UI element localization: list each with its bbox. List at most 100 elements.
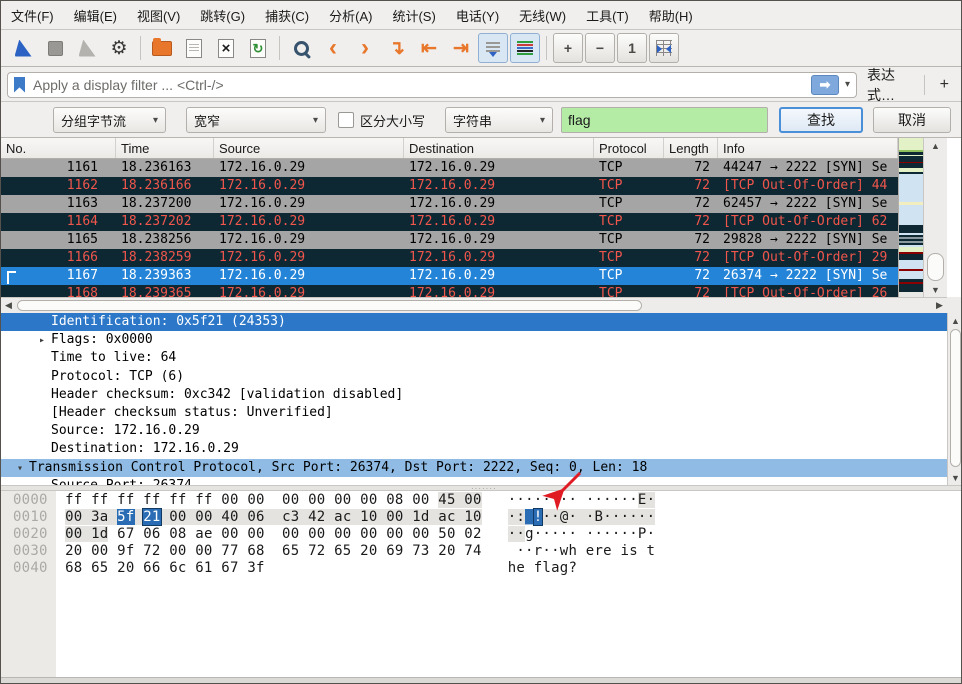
packet-row-1162[interactable]: 1162 18.236166 172.16.0.29 172.16.0.29 TCP 72… bbox=[1, 177, 898, 195]
packet-list-header[interactable]: No. Time Source Destination Protocol Length In… bbox=[1, 138, 898, 159]
menu-item-s[interactable]: 统计(S) bbox=[382, 1, 445, 30]
capture-stop-icon[interactable] bbox=[40, 33, 70, 63]
go-last-packet-icon[interactable]: ⇥ bbox=[446, 33, 476, 63]
column-header-destination[interactable]: Destination bbox=[404, 138, 594, 158]
hex-row[interactable]: 0030 20 00 9f 72 00 00 77 68 65 72 65 20… bbox=[1, 543, 961, 560]
scrollbar-thumb[interactable] bbox=[927, 253, 944, 281]
intelligent-scrollbar-minimap[interactable] bbox=[898, 138, 923, 297]
find-packet-icon[interactable] bbox=[286, 33, 316, 63]
detail-line[interactable]: Protocol: TCP (6) bbox=[1, 368, 947, 386]
detail-line[interactable]: ▸ Flags: 0x0000 bbox=[1, 331, 947, 349]
scroll-down-icon[interactable]: ▼ bbox=[924, 282, 947, 297]
display-filter-input[interactable] bbox=[31, 75, 811, 94]
hex-dump-pane[interactable]: 0000 ff ff ff ff ff ff 00 00 00 00 00 00… bbox=[1, 491, 961, 683]
filter-bookmark-icon[interactable] bbox=[14, 76, 25, 93]
packet-row-1165[interactable]: 1165 18.238256 172.16.0.29 172.16.0.29 TCP 72… bbox=[1, 231, 898, 249]
search-input[interactable] bbox=[561, 107, 769, 133]
detail-line[interactable]: Time to live: 64 bbox=[1, 349, 947, 367]
packet-list-rows: 1161 18.236163 172.16.0.29 172.16.0.29 TCP 72… bbox=[1, 159, 898, 297]
case-sensitive-option[interactable]: 区分大小写 bbox=[338, 111, 425, 130]
hex-offset: 0020 bbox=[13, 526, 48, 542]
column-header-no[interactable]: No. bbox=[1, 138, 116, 158]
scrollbar-thumb[interactable] bbox=[950, 329, 961, 467]
detail-line[interactable]: Header checksum: 0xc342 [validation disa… bbox=[1, 386, 947, 404]
detail-line-text: Header checksum: 0xc342 [validation disa… bbox=[51, 386, 404, 402]
capture-start-icon[interactable] bbox=[8, 33, 38, 63]
hex-row[interactable]: 0020 00 1d 67 06 08 ae 00 00 00 00 00 00… bbox=[1, 526, 961, 543]
column-header-source[interactable]: Source bbox=[214, 138, 404, 158]
detail-line[interactable]: Destination: 172.16.0.29 bbox=[1, 440, 947, 458]
display-filter-field[interactable]: ➡ ▾ bbox=[7, 71, 857, 98]
detail-line[interactable]: ▾ Transmission Control Protocol, Src Port… bbox=[1, 458, 947, 478]
go-first-packet-icon[interactable]: ⇤ bbox=[414, 33, 444, 63]
hex-row[interactable]: 0040 68 65 20 66 6c 61 67 3f he flag? bbox=[1, 560, 961, 577]
resize-columns-icon[interactable] bbox=[649, 33, 679, 63]
menu-item-g[interactable]: 跳转(G) bbox=[190, 1, 255, 30]
zoom-in-icon[interactable]: + bbox=[553, 33, 583, 63]
menu-item-e[interactable]: 编辑(E) bbox=[64, 1, 127, 30]
hex-selected-bytes: _ bbox=[525, 509, 534, 525]
menu-item-a[interactable]: 分析(A) bbox=[319, 1, 382, 30]
scroll-left-icon[interactable]: ◀ bbox=[1, 298, 16, 313]
column-header-time[interactable]: Time bbox=[116, 138, 214, 158]
go-forward-icon[interactable]: › bbox=[350, 33, 380, 63]
file-open-icon[interactable] bbox=[147, 33, 177, 63]
file-close-icon[interactable]: × bbox=[211, 33, 241, 63]
packet-row-1164[interactable]: 1164 18.237202 172.16.0.29 172.16.0.29 TCP 72… bbox=[1, 213, 898, 231]
hex-row[interactable]: 0000 ff ff ff ff ff ff 00 00 00 00 00 00… bbox=[1, 492, 961, 509]
detail-line[interactable]: Source: 172.16.0.29 bbox=[1, 422, 947, 440]
add-filter-button[interactable]: + bbox=[934, 76, 955, 94]
detail-line[interactable]: [Header checksum status: Unverified] bbox=[1, 404, 947, 422]
packet-row-1161[interactable]: 1161 18.236163 172.16.0.29 172.16.0.29 TCP 72… bbox=[1, 159, 898, 177]
zoom-out-icon[interactable]: − bbox=[585, 33, 615, 63]
capture-restart-icon[interactable] bbox=[72, 33, 102, 63]
scroll-up-icon[interactable]: ▲ bbox=[924, 138, 947, 153]
packet-row-1168[interactable]: 1168 18.239365 172.16.0.29 172.16.0.29 TCP 72… bbox=[1, 285, 898, 297]
detail-line[interactable]: Identification: 0x5f21 (24353) bbox=[1, 313, 947, 332]
column-header-info[interactable]: Info bbox=[718, 138, 898, 158]
file-save-icon[interactable] bbox=[179, 33, 209, 63]
menu-item-t[interactable]: 工具(T) bbox=[576, 1, 639, 30]
column-header-protocol[interactable]: Protocol bbox=[594, 138, 664, 158]
expander-right-icon[interactable]: ▸ bbox=[33, 332, 51, 350]
menu-item-h[interactable]: 帮助(H) bbox=[639, 1, 703, 30]
packet-length: 72 bbox=[694, 250, 710, 265]
menu-item-f[interactable]: 文件(F) bbox=[1, 1, 64, 30]
apply-filter-icon[interactable]: ➡ bbox=[810, 74, 839, 95]
go-back-icon[interactable]: ‹ bbox=[318, 33, 348, 63]
minimap-stripe bbox=[899, 225, 923, 233]
menu-item-y[interactable]: 电话(Y) bbox=[446, 1, 509, 30]
hex-bytes: ·: bbox=[507, 509, 526, 525]
packet-list-hscrollbar[interactable]: ◀ ▶ bbox=[1, 297, 947, 313]
expression-button[interactable]: 表达式… bbox=[867, 65, 915, 105]
detail-vscrollbar[interactable]: ▲ ▼ bbox=[947, 313, 961, 485]
autoscroll-icon[interactable] bbox=[478, 33, 508, 63]
search-scope-combo[interactable]: 分组字节流 ▾ bbox=[53, 107, 166, 133]
expander-down-icon[interactable]: ▾ bbox=[11, 460, 29, 478]
packet-row-1166[interactable]: 1166 18.238259 172.16.0.29 172.16.0.29 TCP 72… bbox=[1, 249, 898, 267]
packet-row-1167[interactable]: 1167 18.239363 172.16.0.29 172.16.0.29 TCP 72… bbox=[1, 267, 898, 285]
column-header-length[interactable]: Length bbox=[664, 138, 718, 158]
colorize-icon[interactable] bbox=[510, 33, 540, 63]
menu-item-v[interactable]: 视图(V) bbox=[127, 1, 190, 30]
case-sensitive-checkbox[interactable] bbox=[338, 112, 354, 128]
packet-list-vscrollbar[interactable]: ▲ ▼ bbox=[923, 138, 947, 297]
zoom-original-icon[interactable]: 1 bbox=[617, 33, 647, 63]
find-button[interactable]: 查找 bbox=[779, 107, 864, 133]
scroll-down-icon[interactable]: ▼ bbox=[948, 470, 961, 485]
search-type-combo[interactable]: 字符串 ▾ bbox=[445, 107, 554, 133]
reload-file-icon[interactable]: ↻ bbox=[243, 33, 273, 63]
filter-history-caret-icon[interactable]: ▾ bbox=[845, 79, 850, 90]
detail-line-text: Destination: 172.16.0.29 bbox=[51, 441, 239, 457]
scroll-right-icon[interactable]: ▶ bbox=[932, 298, 947, 313]
cancel-button[interactable]: 取消 bbox=[873, 107, 952, 133]
capture-options-icon[interactable]: ⚙ bbox=[104, 33, 134, 63]
menu-item-c[interactable]: 捕获(C) bbox=[255, 1, 319, 30]
menu-item-w[interactable]: 无线(W) bbox=[509, 1, 576, 30]
packet-row-1163[interactable]: 1163 18.237200 172.16.0.29 172.16.0.29 TCP 72… bbox=[1, 195, 898, 213]
go-to-packet-icon[interactable]: ↴ bbox=[382, 33, 412, 63]
scrollbar-thumb[interactable] bbox=[17, 300, 642, 311]
hex-row[interactable]: 0010 00 3a 5f 21 00 00 40 06 c3 42 ac 10… bbox=[1, 508, 961, 526]
char-width-combo[interactable]: 宽窄 ▾ bbox=[186, 107, 326, 133]
scroll-up-icon[interactable]: ▲ bbox=[948, 313, 961, 328]
